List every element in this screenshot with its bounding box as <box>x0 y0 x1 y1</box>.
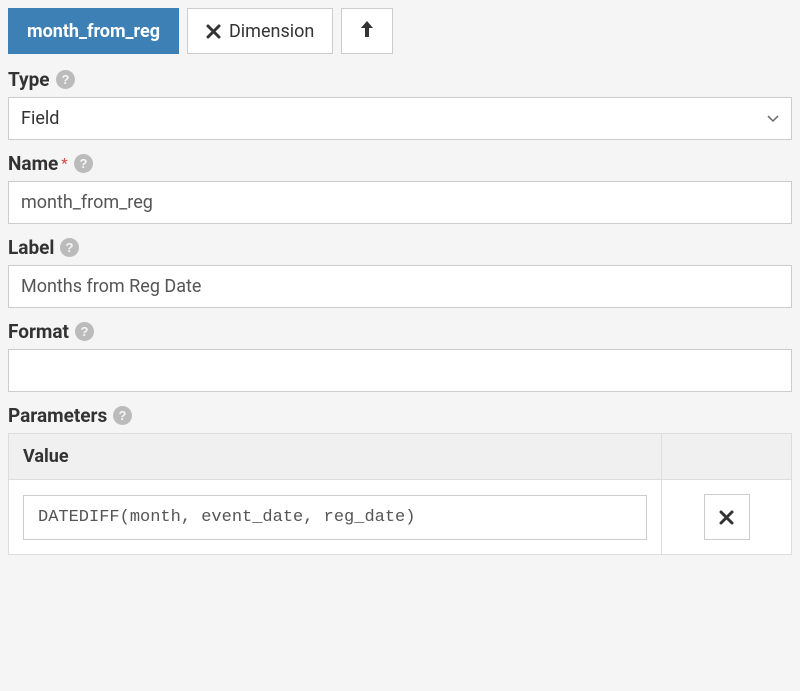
help-icon[interactable]: ? <box>60 238 79 257</box>
help-icon[interactable]: ? <box>74 154 93 173</box>
field-name-label-row: Name* ? <box>8 152 792 175</box>
close-icon <box>206 24 221 39</box>
tab-main[interactable]: month_from_reg <box>8 8 179 54</box>
name-label: Name <box>8 152 58 175</box>
parameters-heading: Parameters <box>8 404 107 427</box>
parameters-group: Parameters ? Value <box>8 404 792 555</box>
field-label-group: Label ? <box>8 236 792 308</box>
label-label: Label <box>8 236 54 259</box>
parameters-heading-row: Parameters ? <box>8 404 792 427</box>
field-type-label-row: Type ? <box>8 68 792 91</box>
format-input[interactable] <box>8 349 792 392</box>
type-label: Type <box>8 68 50 91</box>
help-icon[interactable]: ? <box>75 322 94 341</box>
field-type-group: Type ? Field <box>8 68 792 140</box>
parameters-action-header <box>662 434 792 480</box>
parameter-value-cell <box>9 480 662 555</box>
required-asterisk: * <box>61 156 67 172</box>
field-format-label-row: Format ? <box>8 320 792 343</box>
field-name-group: Name* ? <box>8 152 792 224</box>
type-select[interactable]: Field <box>8 97 792 140</box>
svg-text:?: ? <box>79 156 87 171</box>
field-label-label-row: Label ? <box>8 236 792 259</box>
arrow-up-icon <box>360 20 374 43</box>
svg-text:?: ? <box>81 324 89 339</box>
field-format-group: Format ? <box>8 320 792 392</box>
move-up-button[interactable] <box>341 8 393 54</box>
svg-text:?: ? <box>66 240 74 255</box>
delete-parameter-button[interactable] <box>704 494 750 540</box>
parameters-table: Value <box>8 433 792 555</box>
tab-dimension[interactable]: Dimension <box>187 8 333 54</box>
label-input[interactable] <box>8 265 792 308</box>
parameter-value-input[interactable] <box>23 495 647 540</box>
help-icon[interactable]: ? <box>113 406 132 425</box>
tab-main-label: month_from_reg <box>27 21 160 42</box>
table-row <box>9 480 792 555</box>
svg-text:?: ? <box>61 72 69 87</box>
parameter-action-cell <box>662 480 792 555</box>
svg-text:?: ? <box>119 408 127 423</box>
parameters-column-header: Value <box>9 434 662 480</box>
name-input[interactable] <box>8 181 792 224</box>
help-icon[interactable]: ? <box>56 70 75 89</box>
format-label: Format <box>8 320 69 343</box>
tab-row: month_from_reg Dimension <box>8 8 792 54</box>
close-icon <box>719 510 734 525</box>
tab-dimension-label: Dimension <box>229 21 314 42</box>
